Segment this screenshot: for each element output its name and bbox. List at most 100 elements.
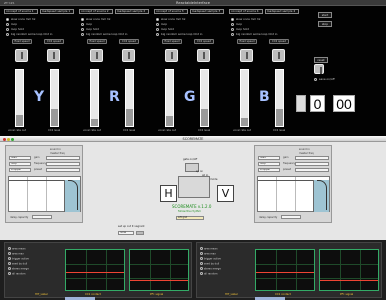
cc-knob[interactable] [272, 49, 285, 62]
cc-slider[interactable] [125, 69, 134, 127]
cc-speed-button[interactable]: CC2 speed [44, 39, 64, 44]
frequency-field[interactable] [46, 162, 80, 166]
loadspeed-select[interactable]: loadspeed sample 3 [190, 9, 224, 14]
save-toggle[interactable]: save on/off [314, 77, 335, 81]
delay-field[interactable] [32, 215, 52, 219]
source-select[interactable]: concept of source 4 [229, 9, 263, 14]
speed-knob[interactable] [240, 49, 253, 62]
gain-field[interactable] [46, 156, 80, 160]
radio-option[interactable]: loop hold [231, 27, 249, 31]
option-item[interactable]: area mean [200, 247, 217, 251]
cc-speed-button[interactable]: CC2 speed [119, 39, 139, 44]
fixed-speed-button[interactable]: fixed speed [12, 39, 32, 44]
radio-option[interactable]: big random some loop CC2 in [6, 32, 52, 36]
hit-caption: HIT_Label [225, 293, 238, 296]
reset-knob[interactable] [314, 64, 324, 74]
start-field[interactable]: Start [9, 156, 31, 160]
cc-speed-button[interactable]: CC2 speed [269, 39, 289, 44]
fixed-speed-button[interactable]: fixed speed [162, 39, 182, 44]
slider-fill [241, 117, 248, 126]
volume-slider[interactable] [90, 69, 99, 127]
option-item[interactable]: area max [8, 252, 24, 256]
radio-option[interactable]: slow once mm hz [6, 17, 35, 21]
cc-knob[interactable] [122, 49, 135, 62]
start-field[interactable]: Start [258, 156, 280, 160]
loadspeed-select[interactable]: loadspeed sample 1 [40, 9, 74, 14]
radio-option[interactable]: loop hold [81, 27, 99, 31]
envelope-graph[interactable] [257, 176, 330, 212]
radio-option[interactable]: loop [81, 22, 92, 26]
signal-caption: PFI: signal [340, 293, 354, 296]
cc-speed-button[interactable]: CC2 speed [194, 39, 214, 44]
option-item[interactable]: stereo merge [8, 267, 29, 271]
channel-letter: R [109, 89, 120, 105]
source-select[interactable]: concept of source 2 [79, 9, 113, 14]
option-item[interactable]: area max [200, 252, 216, 256]
loadspeed-select[interactable]: loadspeed sample 2 [115, 9, 149, 14]
frequency-field[interactable] [295, 162, 329, 166]
preset-field[interactable] [46, 168, 80, 172]
envelope-graph[interactable] [8, 176, 81, 212]
window-title: SCOREMATE [182, 137, 204, 141]
loadspeed-select[interactable]: loadspeed sample 4 [265, 9, 299, 14]
option-item[interactable]: trigger active [8, 257, 29, 261]
scope-display [255, 249, 315, 291]
option-item[interactable]: all random [8, 272, 25, 276]
stop-field[interactable]: Stop [258, 162, 280, 166]
radio-option[interactable]: loop hold [156, 27, 174, 31]
stop-field[interactable]: Stop [9, 162, 31, 166]
option-item[interactable]: stereo merge [200, 267, 221, 271]
radio-dot-icon [81, 27, 84, 31]
cc-knob[interactable] [47, 49, 60, 62]
delay-field[interactable] [281, 215, 301, 219]
radio-option[interactable]: loop [231, 22, 242, 26]
volume-slider[interactable] [165, 69, 174, 127]
radio-dot-icon [200, 252, 203, 255]
speed-knob[interactable] [15, 49, 28, 62]
grid-stepper[interactable]: Lift grid [176, 216, 204, 220]
signal-caption: PFI: signal [150, 293, 164, 296]
option-item[interactable]: all random [200, 272, 217, 276]
option-item[interactable]: seed by dull [200, 262, 219, 266]
radio-option[interactable]: slow once mm hz [231, 17, 260, 21]
cc-slider[interactable] [50, 69, 59, 127]
speed-knob[interactable] [90, 49, 103, 62]
radio-option[interactable]: slow once mm hz [156, 17, 185, 21]
radio-option[interactable]: big random some loop CC2 in [231, 32, 277, 36]
stop-button[interactable]: stop [318, 21, 332, 27]
cc-slider[interactable] [200, 69, 209, 127]
radio-option[interactable]: big random some loop CC2 in [81, 32, 127, 36]
h-toggle[interactable]: H [160, 185, 177, 202]
radio-option[interactable]: big random some loop CC2 in [156, 32, 202, 36]
radio-option[interactable]: loop hold [6, 27, 24, 31]
source-select[interactable]: concept of source 1 [4, 9, 38, 14]
volume-slider[interactable] [240, 69, 249, 127]
gain-field[interactable] [295, 156, 329, 160]
radio-option[interactable]: slow once mm hz [81, 17, 110, 21]
xy-pad[interactable] [178, 176, 210, 198]
v-toggle[interactable]: V [217, 185, 234, 202]
volume-slider[interactable] [15, 69, 24, 127]
radio-dot-icon [231, 22, 234, 26]
speed-knob[interactable] [165, 49, 178, 62]
radio-option[interactable]: loop [156, 22, 167, 26]
source-select[interactable]: concept of source 3 [154, 9, 188, 14]
reset-button[interactable]: reset [314, 57, 328, 63]
delay-label: delay capacity [10, 216, 29, 219]
preset-select[interactable]: Dropper [9, 168, 31, 172]
cc-knob[interactable] [197, 49, 210, 62]
preset-field[interactable] [295, 168, 329, 172]
setup-apply-button[interactable] [136, 231, 144, 235]
option-item[interactable]: trigger active [200, 257, 221, 261]
option-item[interactable]: seed by dull [8, 262, 27, 266]
fixed-speed-button[interactable]: fixed speed [237, 39, 257, 44]
fixed-speed-button[interactable]: fixed speed [87, 39, 107, 44]
option-item[interactable]: area mean [8, 247, 25, 251]
preset-select[interactable]: Dropper [258, 168, 280, 172]
cc-slider[interactable] [275, 69, 284, 127]
radio-option[interactable]: loop [6, 22, 17, 26]
setup-select[interactable]: none [118, 231, 134, 235]
start-button[interactable]: start [318, 12, 332, 18]
radio-dot-icon [8, 247, 11, 250]
slider-caption: CC2 level [273, 129, 286, 132]
